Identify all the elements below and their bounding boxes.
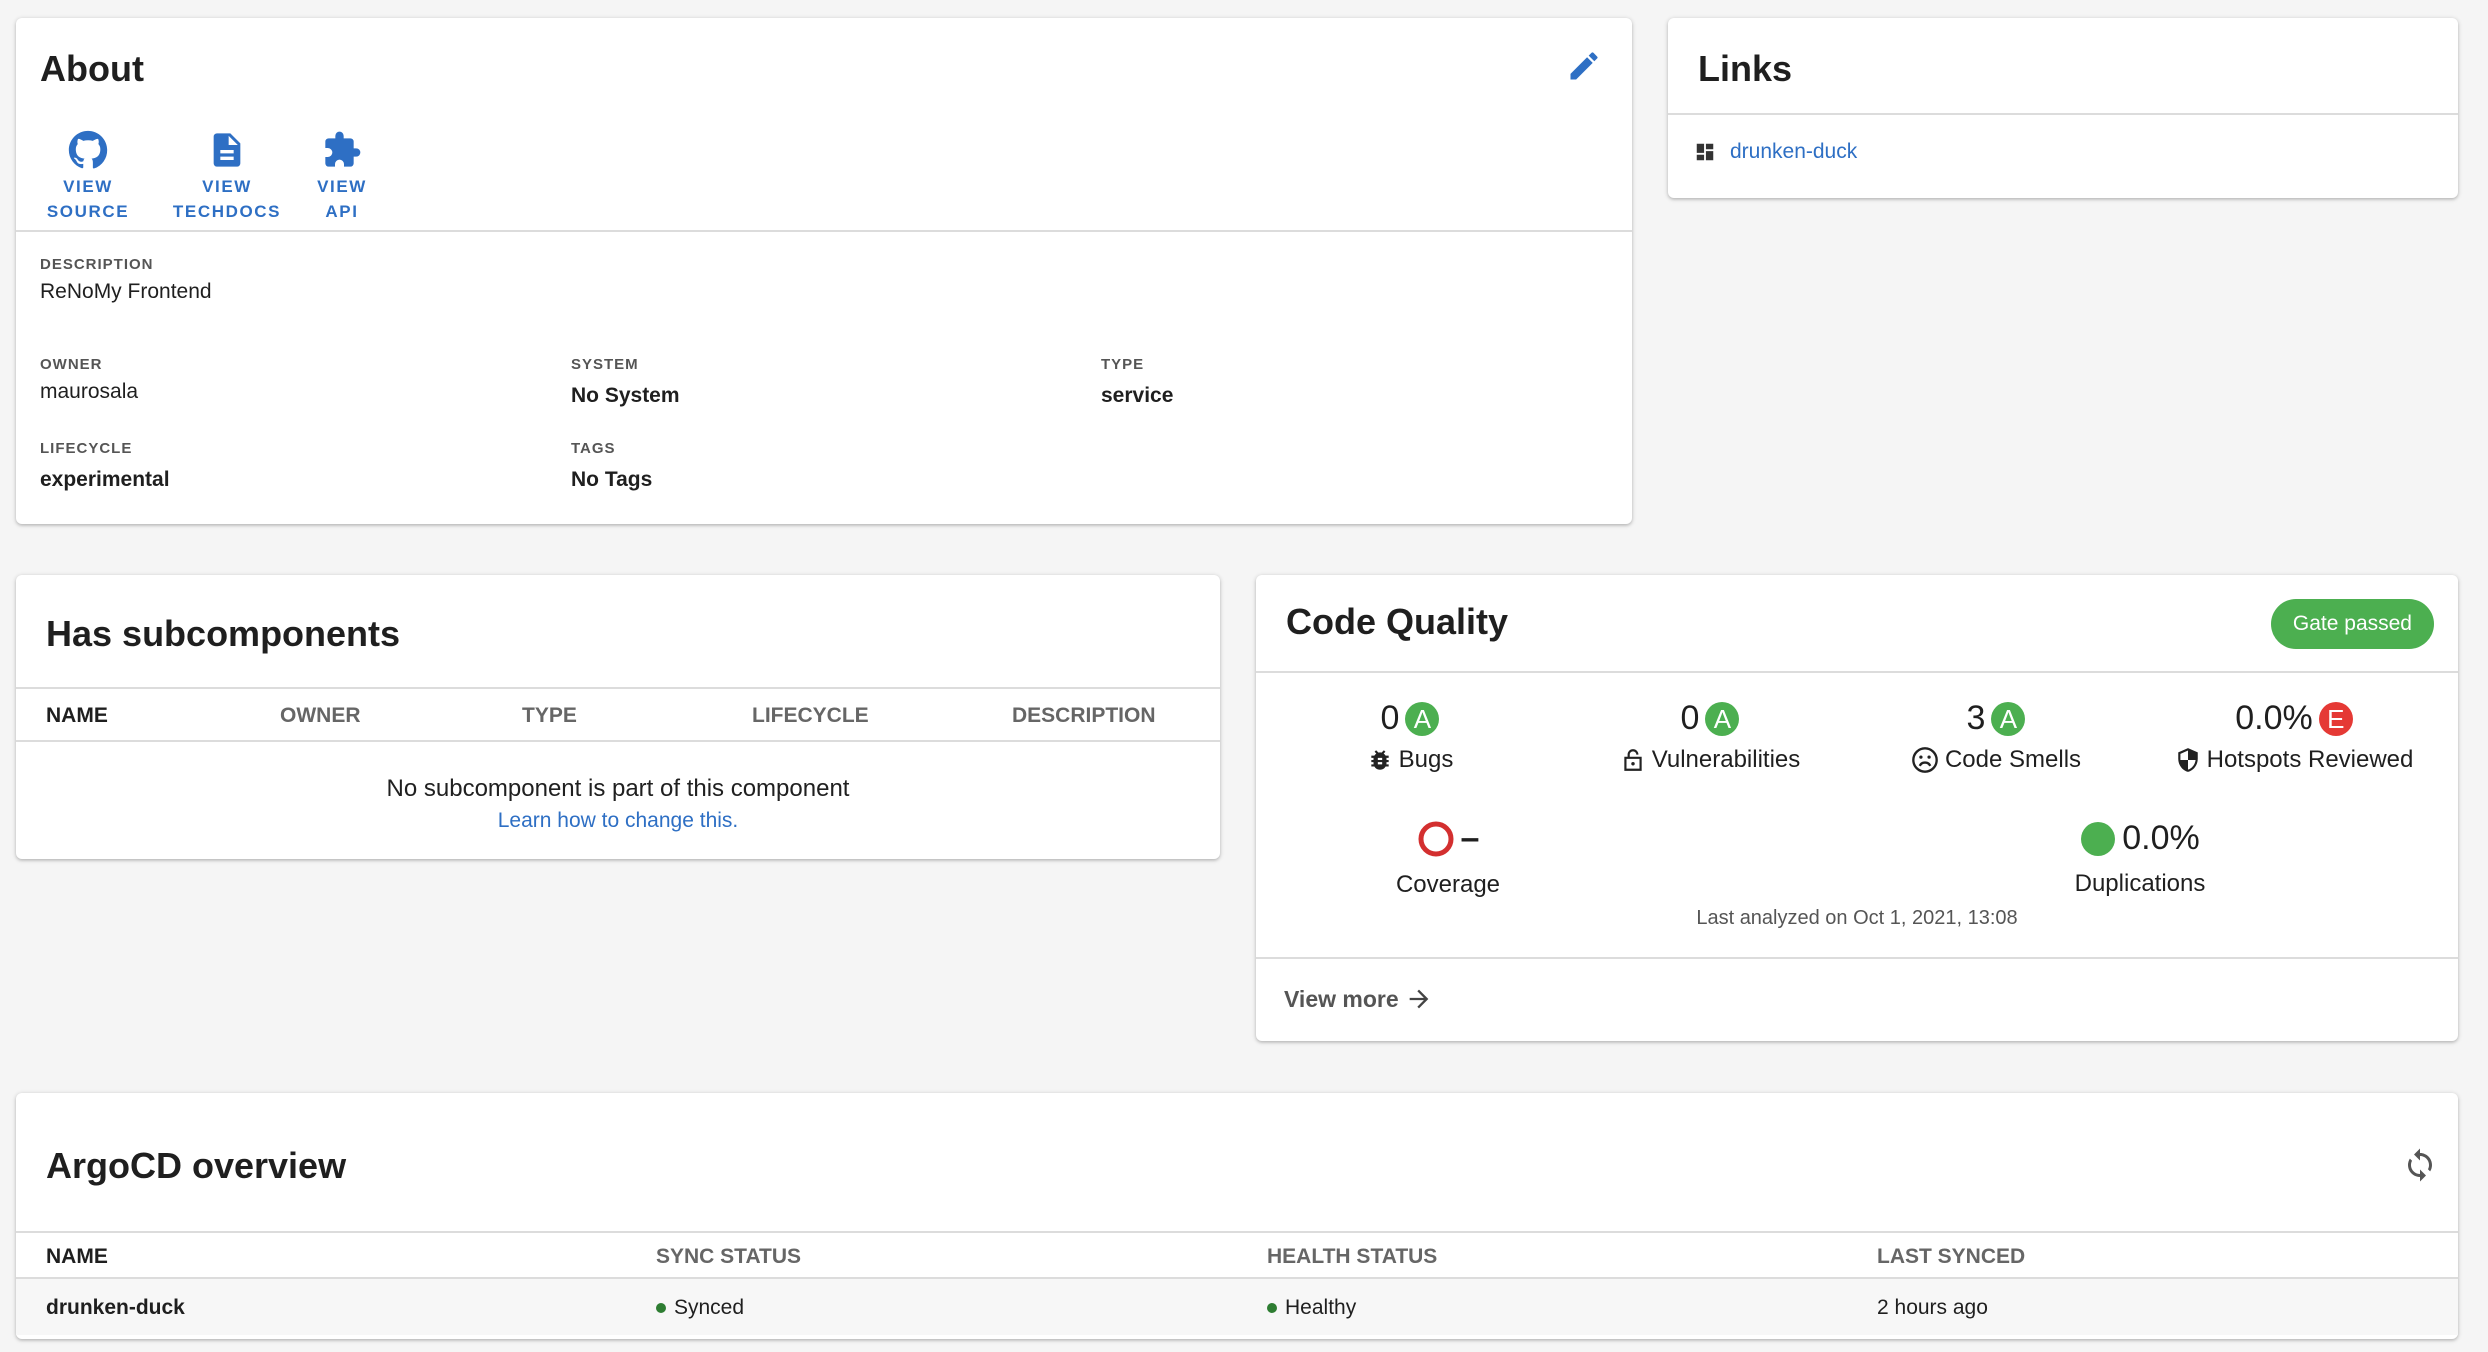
duplications-value: 0.0%	[2122, 819, 2200, 857]
metric-coverage[interactable]: – Coverage	[1368, 819, 1528, 899]
sad-face-icon	[1911, 746, 1939, 774]
metric-hotspots-reviewed[interactable]: 0.0% E Hotspots Reviewed	[2154, 699, 2434, 774]
view-api-label-1: VIEW	[317, 177, 367, 196]
argocd-column-name[interactable]: NAME	[46, 1245, 108, 1269]
description-value: ReNoMy Frontend	[40, 280, 212, 303]
hotspots-rating: E	[2318, 701, 2353, 736]
column-header-name[interactable]: NAME	[46, 704, 108, 728]
argocd-column-last-synced[interactable]: LAST SYNCED	[1877, 1245, 2025, 1269]
vulnerabilities-value: 0	[1680, 699, 1700, 737]
view-techdocs-label-2: TECHDOCS	[172, 202, 282, 221]
learn-how-link[interactable]: Learn how to change this.	[16, 809, 1220, 833]
row-sync-status: Synced	[656, 1296, 744, 1320]
code-quality-card: Code Quality Gate passed 0A Bugs 0A Vuln…	[1256, 575, 2458, 1041]
column-header-owner[interactable]: OWNER	[280, 704, 361, 728]
subcomponents-row-divider	[16, 740, 1220, 742]
coverage-ring-icon	[1417, 820, 1455, 858]
hotspots-label: Hotspots Reviewed	[2206, 746, 2414, 773]
column-header-type[interactable]: TYPE	[522, 704, 577, 728]
argocd-column-health-status[interactable]: HEALTH STATUS	[1267, 1245, 1437, 1269]
bugs-rating: A	[1405, 701, 1440, 736]
sync-status-text: Synced	[674, 1296, 745, 1319]
code-quality-divider	[1256, 671, 2458, 673]
code-smells-rating: A	[1991, 701, 2026, 736]
column-header-lifecycle[interactable]: LIFECYCLE	[752, 704, 869, 728]
about-title: About	[40, 48, 144, 89]
link-item-drunken-duck[interactable]: drunken-duck	[1694, 140, 1857, 164]
row-health-status: Healthy	[1267, 1296, 1356, 1320]
duplications-label: Duplications	[2074, 869, 2206, 897]
metric-code-smells[interactable]: 3A Code Smells	[1876, 699, 2116, 774]
duplications-dot-icon	[2080, 821, 2116, 857]
about-card: About VIEW SOURCE VIEW TECHDOCS VIEW API…	[16, 18, 1632, 524]
argocd-column-sync-status[interactable]: SYNC STATUS	[656, 1245, 801, 1269]
coverage-label: Coverage	[1395, 870, 1501, 898]
view-techdocs-button[interactable]: VIEW TECHDOCS	[162, 130, 292, 224]
bugs-label: Bugs	[1398, 746, 1454, 773]
view-more-label: View more	[1284, 985, 1399, 1012]
edit-icon[interactable]	[1566, 48, 1602, 84]
code-quality-title: Code Quality	[1286, 601, 1509, 642]
view-api-label-2: API	[325, 202, 359, 221]
system-value: No System	[571, 384, 680, 407]
gate-status-badge: Gate passed	[2270, 599, 2434, 649]
view-api-button[interactable]: VIEW API	[302, 130, 382, 224]
lifecycle-value: experimental	[40, 468, 170, 491]
health-status-text: Healthy	[1285, 1296, 1357, 1319]
puzzle-icon	[322, 130, 362, 170]
lifecycle-label: LIFECYCLE	[40, 440, 133, 457]
refresh-icon[interactable]	[2402, 1147, 2438, 1183]
type-value: service	[1101, 384, 1174, 407]
links-card: Links drunken-duck	[1668, 18, 2458, 198]
system-label: SYSTEM	[571, 356, 639, 373]
view-source-label-2: SOURCE	[46, 202, 130, 221]
code-smells-label: Code Smells	[1944, 746, 2082, 773]
owner-link[interactable]: maurosala	[40, 380, 138, 404]
vulnerabilities-rating: A	[1705, 701, 1740, 736]
last-analyzed-text: Last analyzed on Oct 1, 2021, 13:08	[1696, 907, 2018, 929]
row-last-synced: 2 hours ago	[1877, 1296, 1988, 1319]
links-divider	[1668, 113, 2458, 115]
about-divider	[16, 230, 1632, 232]
argocd-header-divider	[16, 1231, 2458, 1233]
tags-label: TAGS	[571, 440, 616, 457]
code-quality-footer-divider	[1256, 957, 2458, 959]
links-title: Links	[1698, 48, 1793, 89]
arrow-right-icon	[1405, 985, 1433, 1013]
lock-icon	[1620, 746, 1646, 774]
healthy-status-dot	[1267, 1303, 1277, 1314]
bug-icon	[1367, 747, 1393, 773]
subcomponents-card: Has subcomponents NAME OWNER TYPE LIFECY…	[16, 575, 1220, 859]
column-header-description[interactable]: DESCRIPTION	[1012, 704, 1156, 728]
document-icon	[207, 130, 247, 170]
subcomponents-header-divider	[16, 687, 1220, 689]
view-source-button[interactable]: VIEW SOURCE	[38, 130, 138, 224]
type-label: TYPE	[1101, 356, 1145, 373]
dashboard-icon	[1694, 141, 1716, 163]
subcomponents-title: Has subcomponents	[46, 613, 401, 654]
bugs-value: 0	[1380, 699, 1400, 737]
metric-vulnerabilities[interactable]: 0A Vulnerabilities	[1590, 699, 1830, 774]
synced-status-dot	[656, 1303, 666, 1314]
hotspots-value: 0.0%	[2235, 699, 2313, 737]
row-name: drunken-duck	[46, 1296, 185, 1319]
view-techdocs-label-1: VIEW	[202, 177, 252, 196]
table-row[interactable]: drunken-duck Synced Healthy 2 hours ago	[16, 1279, 2458, 1335]
tags-value: No Tags	[571, 468, 653, 491]
metric-duplications[interactable]: 0.0% Duplications	[2060, 819, 2220, 898]
description-label: DESCRIPTION	[40, 256, 154, 273]
argocd-card: ArgoCD overview NAME SYNC STATUS HEALTH …	[16, 1093, 2458, 1339]
vulnerabilities-label: Vulnerabilities	[1651, 746, 1801, 773]
coverage-value: –	[1460, 819, 1480, 857]
view-more-button[interactable]: View more	[1284, 985, 1433, 1013]
argocd-title: ArgoCD overview	[46, 1145, 347, 1186]
empty-state-text: No subcomponent is part of this componen…	[386, 775, 850, 802]
view-source-label-1: VIEW	[63, 177, 113, 196]
github-icon	[68, 130, 108, 170]
metric-bugs[interactable]: 0A Bugs	[1310, 699, 1510, 774]
owner-label: OWNER	[40, 356, 103, 373]
code-smells-value: 3	[1966, 699, 1986, 737]
shield-icon	[2175, 746, 2201, 774]
link-label: drunken-duck	[1730, 140, 1858, 163]
